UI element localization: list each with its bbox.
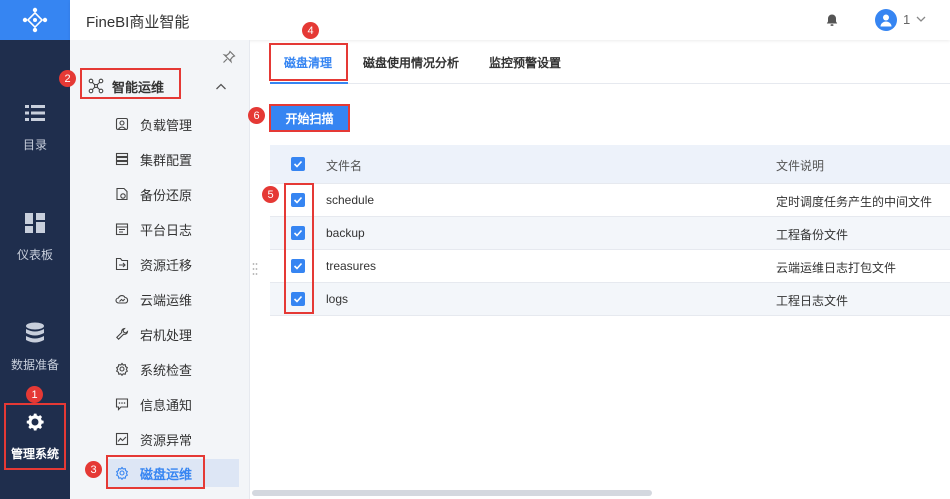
chevron-up-icon[interactable] bbox=[214, 80, 228, 94]
table-header-row: 文件名 文件说明 bbox=[270, 145, 950, 184]
wrench-icon bbox=[114, 326, 130, 342]
annotation-badge-6: 6 bbox=[248, 107, 265, 124]
horizontal-scrollbar[interactable] bbox=[252, 490, 652, 496]
annotation-box-disk-cleanup-tab bbox=[269, 43, 348, 81]
sidebar-item-label: 信息通知 bbox=[140, 397, 193, 413]
monitor-icon bbox=[114, 431, 130, 447]
server-icon bbox=[114, 151, 130, 167]
avatar[interactable] bbox=[875, 9, 897, 31]
table-row[interactable]: logs 工程日志文件 bbox=[270, 283, 950, 316]
sidebar-item-backup-restore[interactable]: 备份还原 bbox=[114, 180, 240, 208]
sidebar-item-resource-anomaly[interactable]: 资源异常 bbox=[114, 425, 240, 453]
load-icon bbox=[114, 116, 130, 132]
secondary-sidebar: 智能运维 负载管理 集群配置 备份还原 平台日志 资源迁移 云端运维 宕机处理 … bbox=[70, 40, 250, 499]
list-icon bbox=[24, 102, 46, 124]
sidebar-item-label: 系统检查 bbox=[140, 362, 193, 378]
sidebar-item-label: 备份还原 bbox=[140, 187, 193, 203]
column-header-name: 文件名 bbox=[326, 159, 363, 173]
resize-handle-icon[interactable] bbox=[252, 262, 258, 276]
sidebar-item-label: 资源异常 bbox=[140, 432, 193, 448]
tab-disk-usage-analysis[interactable]: 磁盘使用情况分析 bbox=[363, 44, 459, 80]
annotation-badge-4: 4 bbox=[302, 22, 319, 39]
backup-icon bbox=[114, 186, 130, 202]
tab-monitor-alert-settings[interactable]: 监控预警设置 bbox=[489, 44, 561, 80]
rail-item-label: 目录 bbox=[22, 137, 47, 152]
annotation-box-start-scan bbox=[269, 104, 350, 132]
sidebar-item-label: 平台日志 bbox=[140, 222, 193, 238]
file-description: 定时调度任务产生的中间文件 bbox=[776, 195, 933, 209]
pin-icon[interactable] bbox=[222, 50, 236, 64]
table-row[interactable]: treasures 云端运维日志打包文件 bbox=[270, 250, 950, 283]
active-tab-indicator bbox=[270, 82, 348, 84]
cloud-icon bbox=[114, 291, 130, 307]
annotation-badge-1: 1 bbox=[26, 386, 43, 403]
message-icon bbox=[114, 396, 130, 412]
sidebar-item-label: 负载管理 bbox=[140, 117, 193, 133]
check-icon bbox=[293, 160, 303, 168]
sidebar-item-resource-migration[interactable]: 资源迁移 bbox=[114, 250, 240, 278]
file-name: logs bbox=[326, 292, 349, 306]
table-row[interactable]: schedule 定时调度任务产生的中间文件 bbox=[270, 184, 950, 217]
database-icon bbox=[24, 322, 46, 344]
tab-label: 磁盘使用情况分析 bbox=[363, 55, 460, 70]
file-description: 云端运维日志打包文件 bbox=[776, 261, 897, 275]
finebi-logo-icon bbox=[22, 7, 48, 33]
user-count: 1 bbox=[903, 12, 911, 27]
select-all-checkbox[interactable] bbox=[291, 157, 305, 171]
rail-item-label: 数据准备 bbox=[10, 357, 59, 372]
annotation-badge-2: 2 bbox=[59, 70, 76, 87]
annotation-box-checkboxes bbox=[284, 183, 314, 314]
bell-icon[interactable] bbox=[825, 13, 839, 27]
file-description: 工程日志文件 bbox=[776, 294, 849, 308]
sidebar-item-label: 集群配置 bbox=[140, 152, 193, 168]
dashboard-icon bbox=[24, 212, 46, 234]
file-table: 文件名 文件说明 schedule 定时调度任务产生的中间文件 backup 工… bbox=[270, 145, 950, 316]
file-description: 工程备份文件 bbox=[776, 228, 849, 242]
app-window: 目录 仪表板 数据准备 管理系统 FineBI商业智能 1 智能运维 负载管理 … bbox=[0, 0, 950, 499]
settings-check-icon bbox=[114, 361, 130, 377]
user-icon bbox=[880, 14, 892, 27]
annotation-box-management bbox=[4, 403, 66, 470]
rail-item-label: 仪表板 bbox=[16, 247, 53, 262]
tab-bar: 磁盘清理 磁盘使用情况分析 监控预警设置 bbox=[270, 40, 950, 84]
sidebar-item-label: 云端运维 bbox=[140, 292, 193, 308]
app-logo[interactable] bbox=[0, 0, 70, 40]
chevron-down-icon[interactable] bbox=[915, 13, 927, 25]
sidebar-item-cluster-config[interactable]: 集群配置 bbox=[114, 145, 240, 173]
rail-item-catalog[interactable]: 目录 bbox=[0, 82, 70, 172]
annotation-box-disk-ops bbox=[106, 455, 205, 489]
file-name: backup bbox=[326, 226, 365, 240]
sidebar-item-cloud-ops[interactable]: 云端运维 bbox=[114, 285, 240, 313]
file-name: schedule bbox=[326, 193, 375, 207]
sidebar-item-label: 宕机处理 bbox=[140, 327, 193, 343]
sidebar-item-message-notify[interactable]: 信息通知 bbox=[114, 390, 240, 418]
migrate-icon bbox=[114, 256, 130, 272]
top-header: FineBI商业智能 1 bbox=[70, 0, 950, 40]
rail-item-data-prep[interactable]: 数据准备 bbox=[0, 302, 70, 392]
tab-label: 监控预警设置 bbox=[489, 55, 562, 70]
annotation-badge-5: 5 bbox=[262, 186, 279, 203]
sidebar-item-downtime-handling[interactable]: 宕机处理 bbox=[114, 320, 240, 348]
file-name: treasures bbox=[326, 259, 377, 273]
column-header-desc: 文件说明 bbox=[776, 159, 825, 173]
sidebar-item-label: 资源迁移 bbox=[140, 257, 193, 273]
sidebar-item-system-check[interactable]: 系统检查 bbox=[114, 355, 240, 383]
log-icon bbox=[114, 221, 130, 237]
sidebar-item-platform-log[interactable]: 平台日志 bbox=[114, 215, 240, 243]
annotation-badge-3: 3 bbox=[85, 461, 102, 478]
sidebar-item-load-management[interactable]: 负载管理 bbox=[114, 110, 240, 138]
table-row[interactable]: backup 工程备份文件 bbox=[270, 217, 950, 250]
rail-item-dashboard[interactable]: 仪表板 bbox=[0, 192, 70, 282]
app-title: FineBI商业智能 bbox=[86, 14, 190, 31]
annotation-box-smart-ops bbox=[80, 68, 181, 99]
